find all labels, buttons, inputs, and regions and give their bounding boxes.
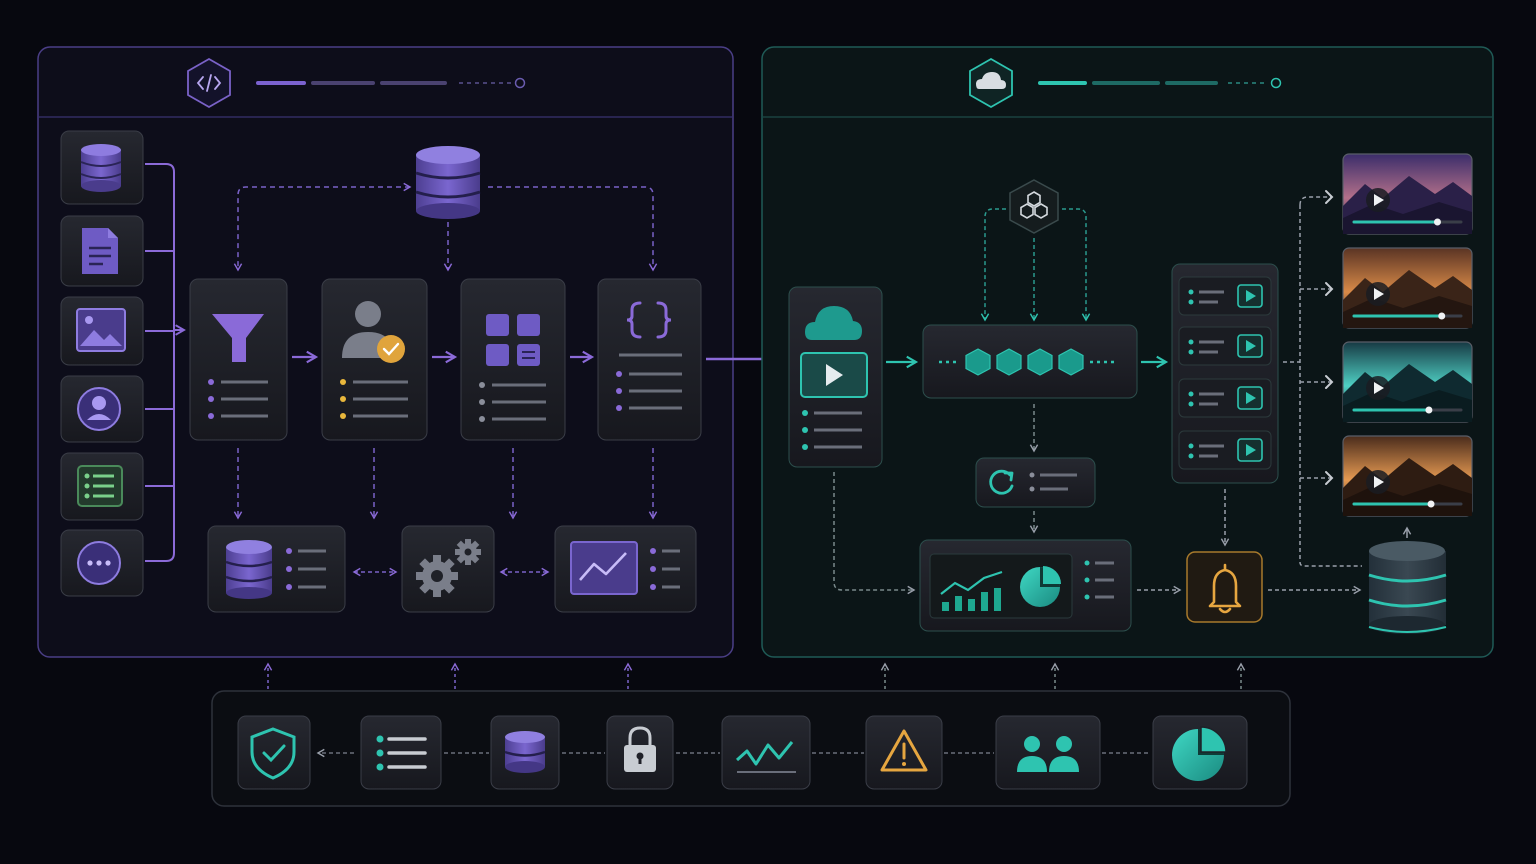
ingest-card[interactable] [788, 286, 883, 468]
database-icon [80, 144, 122, 192]
footer-panel [211, 690, 1291, 807]
play-icon[interactable] [1366, 376, 1390, 400]
retry-card[interactable] [975, 457, 1096, 508]
play-icon[interactable] [1366, 470, 1390, 494]
bullet [1188, 401, 1194, 407]
json-card[interactable] [597, 278, 702, 441]
playlist-row[interactable] [1178, 430, 1272, 470]
play-icon[interactable] [1366, 188, 1390, 212]
source-document-tile[interactable] [60, 215, 144, 287]
bullet [1188, 443, 1194, 449]
video-progress-thumb[interactable] [1425, 406, 1433, 414]
database-tile[interactable] [490, 715, 560, 790]
video-progress-thumb[interactable] [1433, 218, 1441, 226]
playlist-card[interactable] [1171, 263, 1279, 484]
layout-card[interactable] [460, 278, 566, 441]
security-tile[interactable] [237, 715, 311, 790]
bullet [1188, 453, 1194, 459]
line-chart-icon [570, 541, 638, 595]
right-panel [761, 46, 1494, 658]
activity-tile[interactable] [721, 715, 811, 790]
source-spreadsheet-tile[interactable] [60, 452, 144, 521]
alert-card[interactable] [1186, 551, 1263, 623]
user-approval-card[interactable] [321, 278, 428, 441]
bullet [1188, 299, 1194, 305]
play-icon[interactable] [1366, 282, 1390, 306]
storage-card[interactable] [207, 525, 346, 613]
analytics-card[interactable] [554, 525, 697, 613]
bullet [1188, 349, 1194, 355]
bullet [1188, 289, 1194, 295]
processing-card[interactable] [922, 324, 1138, 399]
image-icon [76, 308, 126, 352]
user-profile-icon [77, 387, 121, 431]
video-progress-thumb[interactable] [1427, 500, 1435, 508]
footer-connectors-right [880, 662, 1246, 689]
warning-tile[interactable] [865, 715, 943, 790]
bullet [1188, 339, 1194, 345]
report-tile[interactable] [1152, 715, 1248, 790]
document-icon [82, 228, 118, 274]
video-thumbnail-amber-sunset[interactable] [1342, 435, 1473, 517]
more-icon [77, 541, 121, 585]
source-more-tile[interactable] [60, 529, 144, 597]
playlist-row[interactable] [1178, 378, 1272, 418]
list-tile[interactable] [360, 715, 442, 790]
database-list-icon [225, 540, 273, 599]
spreadsheet-icon [77, 465, 123, 507]
users-tile[interactable] [995, 715, 1101, 790]
source-image-tile[interactable] [60, 296, 144, 366]
footer-connectors [263, 662, 633, 689]
video-thumbnail-orange-sunset[interactable] [1342, 247, 1473, 329]
lock-tile[interactable] [606, 715, 674, 790]
bullet [1188, 391, 1194, 397]
filter-card[interactable] [189, 278, 288, 441]
source-database-tile[interactable] [60, 130, 144, 205]
play-icon[interactable] [1237, 284, 1263, 308]
output-storage-database[interactable] [1368, 541, 1447, 634]
video-thumbnail-purple-dusk[interactable] [1342, 153, 1473, 235]
analytics-dashboard-card[interactable] [919, 539, 1132, 632]
playlist-row[interactable] [1178, 326, 1272, 366]
source-user-tile[interactable] [60, 375, 144, 443]
play-icon[interactable] [1237, 386, 1263, 410]
playlist-row[interactable] [1178, 276, 1272, 316]
left-panel [37, 46, 734, 658]
video-progress-thumb[interactable] [1438, 312, 1446, 320]
architecture-diagram [37, 46, 1494, 807]
play-icon[interactable] [1237, 334, 1263, 358]
top-store-database[interactable] [415, 146, 481, 219]
settings-card[interactable] [401, 525, 495, 613]
play-icon[interactable] [1237, 438, 1263, 462]
database-icon [504, 731, 546, 773]
video-thumbnail-teal-glow[interactable] [1342, 341, 1473, 423]
